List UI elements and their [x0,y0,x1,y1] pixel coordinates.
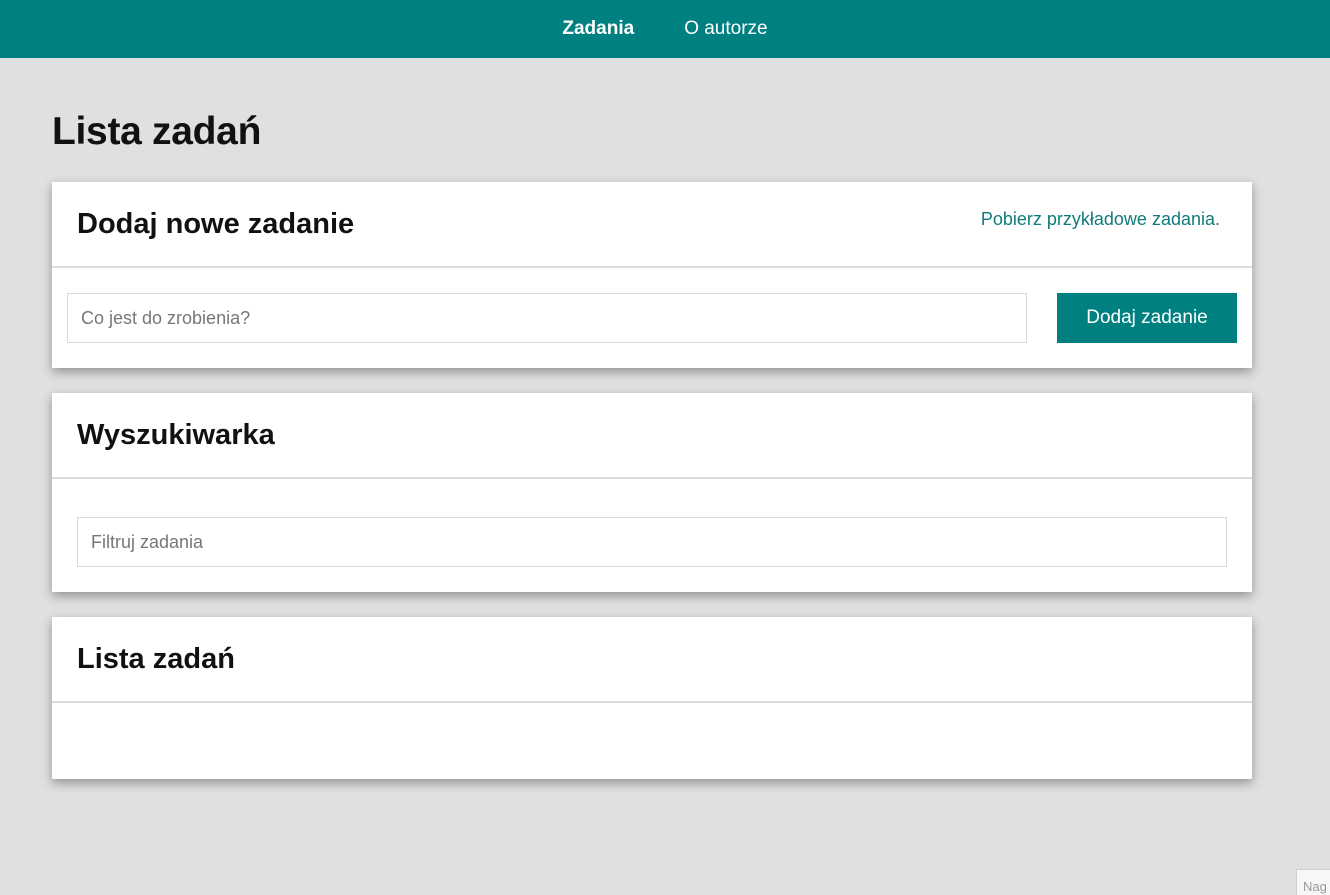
search-card-header: Wyszukiwarka [52,393,1252,479]
top-navigation: Zadania O autorze [0,0,1330,58]
new-task-input[interactable] [67,293,1027,343]
task-list-title: Lista zadań [77,643,235,675]
add-task-card: Dodaj nowe zadanie Pobierz przykładowe z… [52,182,1252,368]
task-list-body [52,703,1252,777]
task-list-card-header: Lista zadań [52,617,1252,703]
search-card: Wyszukiwarka [52,393,1252,592]
add-task-card-header: Dodaj nowe zadanie Pobierz przykładowe z… [52,182,1252,268]
add-task-title: Dodaj nowe zadanie [77,208,355,240]
nav-item-about-author[interactable]: O autorze [684,18,767,40]
search-title: Wyszukiwarka [77,419,275,451]
load-sample-tasks-link[interactable]: Pobierz przykładowe zadania. [981,209,1220,230]
add-task-button[interactable]: Dodaj zadanie [1057,293,1237,343]
nav-item-tasks[interactable]: Zadania [562,18,634,40]
corner-tab[interactable]: Nag [1296,869,1330,895]
filter-tasks-input[interactable] [77,517,1227,567]
task-list-card: Lista zadań [52,617,1252,779]
page-title: Lista zadań [52,110,262,153]
